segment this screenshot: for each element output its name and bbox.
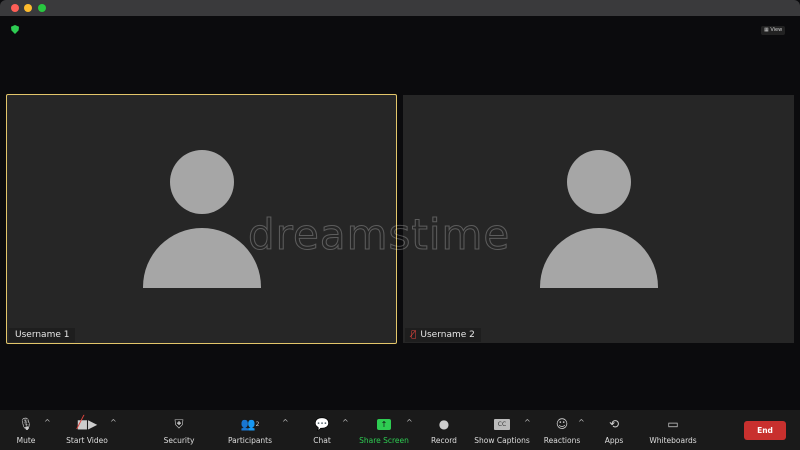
close-window-button[interactable] xyxy=(11,4,19,12)
participants-options-caret[interactable]: ^ xyxy=(282,418,289,427)
muted-mic-icon: 🎙̸ xyxy=(411,330,417,340)
meeting-toolbar: 🎙 Mute ^ ■▶ ╱ Start Video ^ ⛨ Security 👥 2 Par… xyxy=(0,410,800,450)
minimize-window-button[interactable] xyxy=(24,4,32,12)
share-options-caret[interactable]: ^ xyxy=(406,418,413,427)
watermark: dreamstime xyxy=(247,210,511,260)
share-screen-button[interactable]: ↑ Share Screen xyxy=(354,416,414,445)
participant-name: Username 2 xyxy=(420,330,475,340)
audio-options-caret[interactable]: ^ xyxy=(44,418,51,427)
whiteboards-button[interactable]: ▭ Whiteboards xyxy=(643,416,703,445)
avatar-head-icon xyxy=(169,150,234,214)
avatar-body-icon xyxy=(539,228,658,288)
participant-name: Username 1 xyxy=(15,330,70,340)
view-button[interactable]: ▦ View xyxy=(761,26,786,35)
start-video-button[interactable]: ■▶ ╱ Start Video xyxy=(57,415,117,445)
apps-icon: ⟲ xyxy=(608,417,620,431)
reactions-label: Reactions xyxy=(543,436,581,445)
show-captions-button[interactable]: CC Show Captions xyxy=(472,416,532,445)
captions-icon: CC xyxy=(494,418,510,430)
security-label: Security xyxy=(163,436,195,445)
end-meeting-button[interactable]: End xyxy=(744,421,786,440)
view-label: View xyxy=(770,27,783,33)
security-button[interactable]: ⛨ Security xyxy=(149,416,209,446)
chat-options-caret[interactable]: ^ xyxy=(342,418,349,427)
share-screen-icon: ↑ xyxy=(377,418,391,430)
participant-count: 2 xyxy=(255,420,260,428)
participants-button[interactable]: 👥 2 Participants xyxy=(220,416,280,445)
avatar-head-icon xyxy=(566,150,631,214)
record-button[interactable]: ● Record xyxy=(414,416,474,445)
whiteboard-icon: ▭ xyxy=(667,417,679,431)
show-captions-label: Show Captions xyxy=(474,436,530,445)
apps-button[interactable]: ⟲ Apps xyxy=(584,416,644,445)
captions-options-caret[interactable]: ^ xyxy=(524,418,531,427)
maximize-window-button[interactable] xyxy=(38,4,46,12)
participants-icon: 👥 2 xyxy=(240,417,260,431)
whiteboards-label: Whiteboards xyxy=(649,436,697,445)
share-screen-label: Share Screen xyxy=(359,436,409,445)
microphone-icon: 🎙 xyxy=(18,417,34,431)
security-shield-icon: ⛨ xyxy=(174,416,184,431)
participants-label: Participants xyxy=(227,436,273,445)
encryption-shield-icon[interactable] xyxy=(11,25,19,34)
record-icon: ● xyxy=(438,417,450,431)
reactions-icon: ☺ xyxy=(555,417,569,431)
chat-icon: 💬 xyxy=(314,417,330,431)
record-label: Record xyxy=(431,436,457,445)
participant-name-label: 🎙̸ Username 2 xyxy=(405,328,481,342)
video-off-icon: ■▶ ╱ xyxy=(76,415,98,431)
start-video-label: Start Video xyxy=(66,436,108,445)
avatar-body-icon xyxy=(142,228,261,288)
chat-label: Chat xyxy=(313,436,331,445)
mute-label: Mute xyxy=(16,436,36,445)
participant-name-label: Username 1 xyxy=(9,328,76,342)
apps-label: Apps xyxy=(604,436,624,445)
video-options-caret[interactable]: ^ xyxy=(110,418,117,427)
title-bar xyxy=(0,0,800,16)
